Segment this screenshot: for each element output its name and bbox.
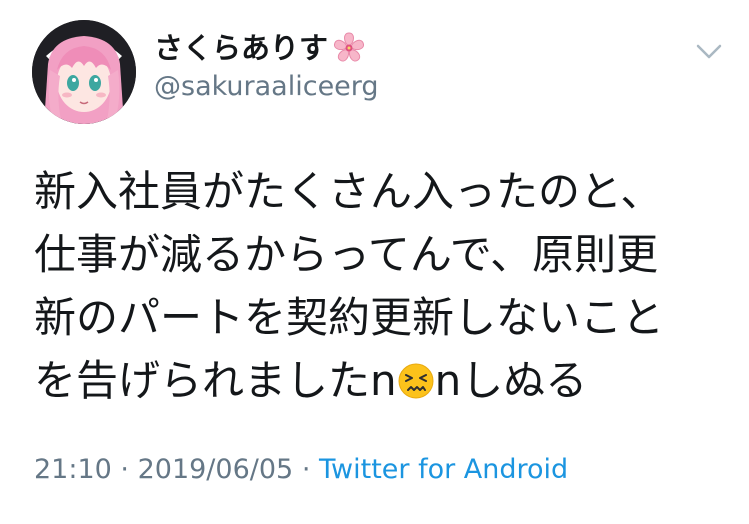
tweet-date[interactable]: 2019/06/05 <box>138 454 294 485</box>
tweet-text-segment: を告げられましたn <box>34 356 397 405</box>
source-link[interactable]: Twitter for Android <box>319 454 568 485</box>
avatar[interactable] <box>32 20 136 124</box>
tweet-text: 新入社員がたくさん入ったのと、 仕事が減るからってんで、原則更 新のパートを契約… <box>34 160 714 412</box>
meta-separator: · <box>120 454 129 485</box>
username-handle[interactable]: @sakuraaliceerg <box>154 70 379 104</box>
tweet-text-line: 新のパートを契約更新しないこと <box>34 293 665 342</box>
tweet-text-line: 新入社員がたくさん入ったのと、 <box>34 167 663 216</box>
avatar-image <box>32 20 136 124</box>
tweet-text-segment: nしぬる <box>434 356 588 405</box>
chevron-down-icon[interactable] <box>692 38 726 64</box>
tweet-text-line: を告げられましたn nしぬる <box>34 349 714 412</box>
cherry-blossom-icon <box>332 31 366 65</box>
tweet: さくらありす @sakuraaliceerg 新入社員がたくさん入ったのと、 仕… <box>0 0 749 524</box>
tweet-meta: 21:10 · 2019/06/05 · Twitter for Android <box>34 450 568 490</box>
tweet-text-line: 仕事が減るからってんで、原則更 <box>34 230 659 279</box>
display-name[interactable]: さくらありす <box>154 28 328 68</box>
confounded-face-icon <box>397 354 435 399</box>
meta-separator: · <box>301 454 311 485</box>
tweet-time[interactable]: 21:10 <box>34 454 112 485</box>
display-name-row[interactable]: さくらありす <box>154 28 366 68</box>
